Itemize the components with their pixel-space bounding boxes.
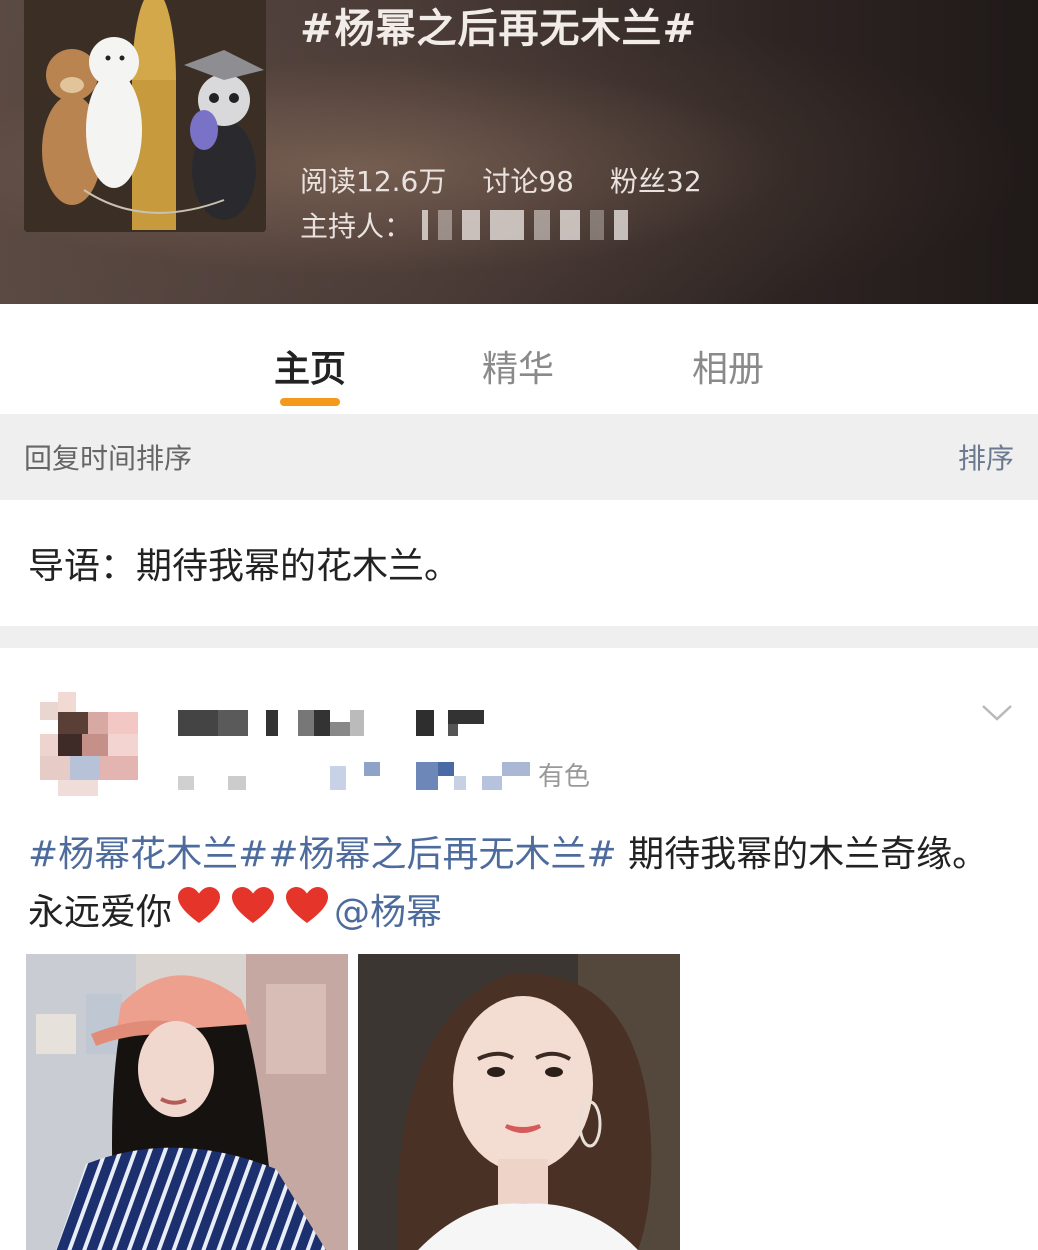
topic-header: #杨幂之后再无木兰# 阅读12.6万 讨论98 粉丝32 主持人： (0, 0, 1038, 304)
heart-icon (176, 885, 222, 943)
tab-featured[interactable]: 精华 (482, 340, 554, 392)
active-tab-indicator (280, 398, 340, 406)
post-meta: 有色 (178, 756, 590, 793)
section-divider (0, 626, 1038, 648)
discuss-count: 讨论98 (482, 165, 574, 198)
mention-link[interactable]: @杨幂 (334, 892, 442, 933)
tab-album[interactable]: 相册 (692, 340, 764, 392)
post-text: #杨幂花木兰##杨幂之后再无木兰# 期待我幂的木兰奇缘。永远爱你 @杨幂 (28, 826, 1018, 943)
sort-button[interactable]: 排序 (958, 437, 1014, 477)
post-photo-1[interactable] (26, 954, 348, 1250)
topic-title: #杨幂之后再无木兰# (300, 6, 698, 52)
heart-icon (284, 885, 330, 943)
hashtag-link[interactable]: #杨幂花木兰# (28, 834, 268, 875)
host-name-pixelated[interactable] (422, 210, 629, 240)
fans-count: 粉丝32 (610, 165, 702, 198)
chevron-down-icon[interactable] (980, 702, 1014, 728)
tab-bar: 主页 精华 相册 (0, 304, 1038, 414)
tab-home[interactable]: 主页 (274, 340, 346, 392)
topic-stats: 阅读12.6万 讨论98 粉丝32 (300, 160, 702, 200)
topic-host: 主持人： (300, 205, 629, 245)
post-card: 有色 #杨幂花木兰##杨幂之后再无木兰# 期待我幂的木兰奇缘。永远爱你 @杨幂 (0, 648, 1038, 1250)
topic-intro: 导语：期待我幂的花木兰。 (0, 500, 1038, 626)
sort-mode-label: 回复时间排序 (24, 442, 193, 475)
username-pixelated[interactable] (178, 704, 498, 742)
post-meta-pixelated (178, 761, 530, 790)
heart-icon (230, 885, 276, 943)
topic-cover-image (24, 0, 266, 232)
hashtag-link[interactable]: #杨幂之后再无木兰# (268, 834, 616, 875)
intro-text: 导语：期待我幂的花木兰。 (28, 546, 461, 587)
read-count: 阅读12.6万 (300, 165, 447, 198)
post-source-suffix: 有色 (538, 762, 591, 792)
host-label: 主持人： (300, 210, 413, 243)
post-photo-2[interactable] (358, 954, 680, 1250)
avatar[interactable] (40, 692, 144, 796)
sort-bar: 回复时间排序 排序 (0, 414, 1038, 500)
